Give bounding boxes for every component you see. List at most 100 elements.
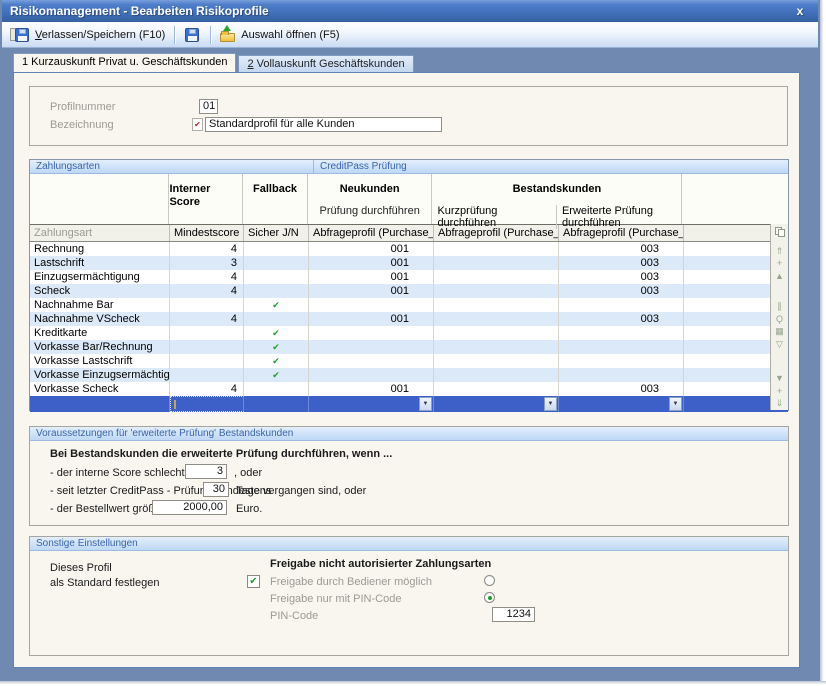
- cell-sicher[interactable]: [244, 270, 309, 284]
- table-row[interactable]: Vorkasse Lastschrift✔: [30, 354, 788, 368]
- rule2-days-field[interactable]: 30: [203, 482, 229, 497]
- nav-resize-icon[interactable]: ∥: [771, 300, 788, 313]
- open-selection-button[interactable]: Auswahl öffnen (F5): [214, 25, 345, 45]
- cell-neukunden[interactable]: ▼: [309, 396, 434, 412]
- dropdown-button[interactable]: ▼: [544, 397, 557, 411]
- cell-sicher[interactable]: ✔: [244, 340, 309, 354]
- rule1-score-field[interactable]: 3: [185, 464, 227, 479]
- cell-zahlungsart[interactable]: [30, 396, 170, 412]
- cell-kurzpruefung[interactable]: [434, 298, 559, 312]
- nav-next-icon[interactable]: ▼: [771, 372, 788, 385]
- colhdr-mindestscore[interactable]: Mindestscore: [170, 225, 244, 241]
- colhdr-abfrageprofil-erw[interactable]: Abfrageprofil (Purchase_Type): [559, 225, 684, 241]
- cell-sicher[interactable]: [244, 312, 309, 326]
- cell-extra[interactable]: [684, 382, 772, 396]
- cell-neukunden[interactable]: [309, 340, 434, 354]
- table-row[interactable]: Vorkasse Scheck4001003: [30, 382, 788, 396]
- cell-sicher[interactable]: ✔: [244, 326, 309, 340]
- cell-kurzpruefung[interactable]: [434, 368, 559, 382]
- cell-extra[interactable]: [684, 256, 772, 270]
- cell-erweitert[interactable]: 003: [559, 242, 684, 256]
- table-row[interactable]: Vorkasse Bar/Rechnung ✔: [30, 340, 788, 354]
- cell-neukunden[interactable]: [309, 368, 434, 382]
- cell-mindestscore[interactable]: [170, 340, 244, 354]
- cell-zahlungsart[interactable]: Einzugsermächtigung: [30, 270, 170, 284]
- cell-sicher[interactable]: [244, 284, 309, 298]
- cell-extra[interactable]: [684, 298, 772, 312]
- cell-zahlungsart[interactable]: Vorkasse Scheck: [30, 382, 170, 396]
- cell-mindestscore[interactable]: [170, 368, 244, 382]
- cell-sicher[interactable]: ✔: [244, 298, 309, 312]
- cell-zahlungsart[interactable]: Rechnung: [30, 242, 170, 256]
- cell-erweitert[interactable]: ▼: [559, 396, 684, 412]
- cell-zahlungsart[interactable]: Lastschrift: [30, 256, 170, 270]
- cell-sicher[interactable]: ✔: [244, 368, 309, 382]
- cell-sicher[interactable]: [244, 382, 309, 396]
- cell-kurzpruefung[interactable]: [434, 326, 559, 340]
- cell-erweitert[interactable]: [559, 368, 684, 382]
- cell-erweitert[interactable]: [559, 326, 684, 340]
- cell-mindestscore[interactable]: 3: [170, 256, 244, 270]
- colhdr-zahlungsart[interactable]: Zahlungsart: [30, 225, 170, 241]
- cell-erweitert[interactable]: 003: [559, 270, 684, 284]
- cell-zahlungsart[interactable]: Scheck: [30, 284, 170, 298]
- cell-extra[interactable]: [684, 312, 772, 326]
- cell-kurzpruefung[interactable]: [434, 256, 559, 270]
- titlebar[interactable]: Risikomanagement - Bearbeiten Risikoprof…: [2, 0, 818, 22]
- freigabe-pin-radio[interactable]: [484, 592, 495, 603]
- dropdown-button[interactable]: ▼: [419, 397, 432, 411]
- cell-kurzpruefung[interactable]: [434, 284, 559, 298]
- nav-last-icon[interactable]: ⇓: [771, 397, 788, 410]
- cell-mindestscore[interactable]: 4: [170, 382, 244, 396]
- nav-search-icon[interactable]: Ϙ: [771, 313, 788, 326]
- cell-zahlungsart[interactable]: Vorkasse Lastschrift: [30, 354, 170, 368]
- colhdr-abfrageprofil-neu[interactable]: Abfrageprofil (Purchase_Type): [309, 225, 434, 241]
- colhdr-abfrageprofil-kurz[interactable]: Abfrageprofil (Purchase_Type): [434, 225, 559, 241]
- cell-extra[interactable]: [684, 354, 772, 368]
- cell-neukunden[interactable]: [309, 354, 434, 368]
- cell-neukunden[interactable]: [309, 298, 434, 312]
- colhdr-sicher[interactable]: Sicher J/N: [244, 225, 309, 241]
- cell-mindestscore[interactable]: 4: [170, 242, 244, 256]
- table-row[interactable]: Nachnahme VScheck4 001 003: [30, 312, 788, 326]
- cell-erweitert[interactable]: 003: [559, 312, 684, 326]
- cell-mindestscore[interactable]: [170, 326, 244, 340]
- cell-kurzpruefung[interactable]: [434, 312, 559, 326]
- cell-erweitert[interactable]: 003: [559, 256, 684, 270]
- cell-erweitert[interactable]: [559, 340, 684, 354]
- cell-neukunden[interactable]: 001: [309, 242, 434, 256]
- bezeichnung-field[interactable]: Standardprofil für alle Kunden: [205, 117, 442, 132]
- cell-erweitert[interactable]: [559, 354, 684, 368]
- grid-customize-icon[interactable]: [775, 227, 785, 237]
- nav-append-icon[interactable]: +: [771, 385, 788, 398]
- cell-neukunden[interactable]: 001: [309, 312, 434, 326]
- cell-mindestscore[interactable]: [170, 354, 244, 368]
- cell-kurzpruefung[interactable]: [434, 242, 559, 256]
- cell-zahlungsart[interactable]: Vorkasse Bar/Rechnung: [30, 340, 170, 354]
- cell-mindestscore[interactable]: [170, 298, 244, 312]
- cell-zahlungsart[interactable]: Vorkasse Einzugsermächtigung: [30, 368, 170, 382]
- tab-vollauskunft[interactable]: 2 Vollauskunft Geschäftskunden: [238, 55, 413, 72]
- cell-zahlungsart[interactable]: Kreditkarte: [30, 326, 170, 340]
- cell-sicher[interactable]: [244, 256, 309, 270]
- freigabe-bediener-radio[interactable]: [484, 575, 495, 586]
- cell-extra[interactable]: [684, 396, 772, 412]
- close-icon[interactable]: x: [792, 0, 808, 22]
- cell-mindestscore[interactable]: 4: [170, 312, 244, 326]
- cell-kurzpruefung[interactable]: [434, 354, 559, 368]
- cell-kurzpruefung[interactable]: ▼: [434, 396, 559, 412]
- cell-sicher[interactable]: [244, 242, 309, 256]
- cell-mindestscore[interactable]: 4: [170, 270, 244, 284]
- cell-neukunden[interactable]: 001: [309, 382, 434, 396]
- rule3-amount-field[interactable]: 2000,00: [152, 500, 227, 515]
- pin-code-field[interactable]: 1234: [492, 607, 535, 622]
- profilnummer-field[interactable]: 01: [199, 99, 218, 114]
- table-row[interactable]: Rechnung4 001 003: [30, 242, 788, 256]
- save-button[interactable]: [178, 25, 207, 45]
- save-exit-button[interactable]: Verlassen/Speichern (F10): [7, 25, 171, 45]
- nav-first-icon[interactable]: ⇑: [771, 245, 788, 258]
- cell-neukunden[interactable]: [309, 326, 434, 340]
- cell-zahlungsart[interactable]: Nachnahme VScheck: [30, 312, 170, 326]
- standard-checkbox[interactable]: ✔: [247, 575, 260, 588]
- table-row[interactable]: Kreditkarte ✔: [30, 326, 788, 340]
